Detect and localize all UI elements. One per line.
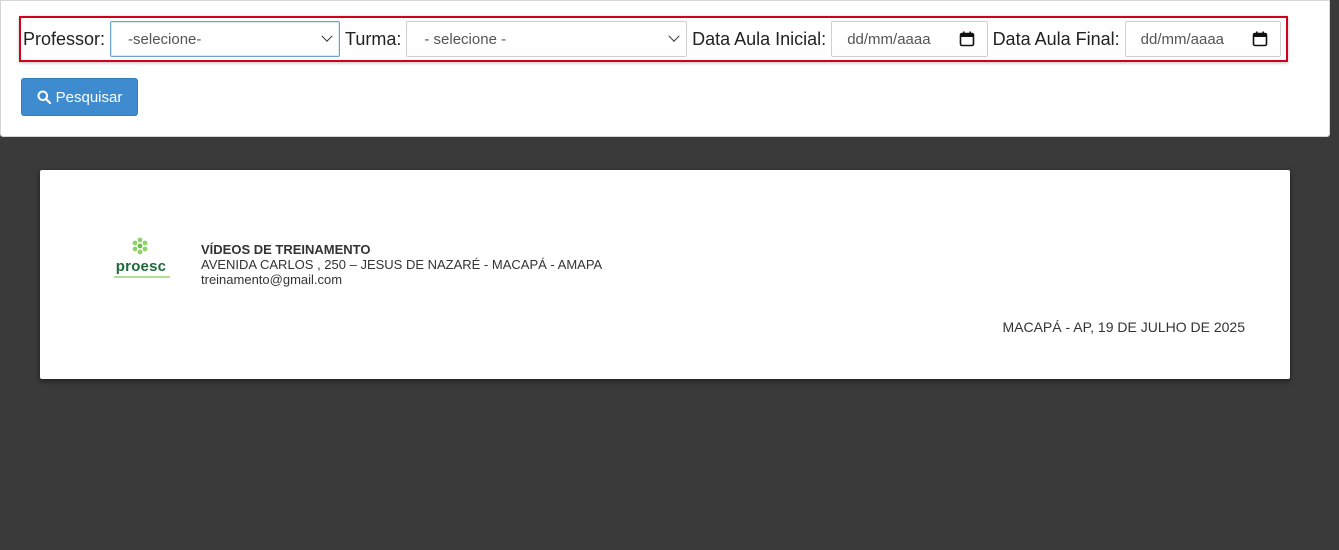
logo-text: proesc bbox=[115, 258, 167, 275]
place-date: MACAPÁ - AP, 19 DE JULHO DE 2025 bbox=[1002, 319, 1245, 335]
calendar-icon[interactable] bbox=[959, 31, 975, 47]
company-info: VÍDEOS DE TREINAMENTO AVENIDA CARLOS , 2… bbox=[201, 242, 602, 287]
company-address: AVENIDA CARLOS , 250 – JESUS DE NAZARÉ -… bbox=[201, 257, 603, 272]
data-final-placeholder: dd/mm/aaaa bbox=[1140, 30, 1225, 48]
calendar-icon[interactable] bbox=[1252, 31, 1268, 47]
search-button[interactable]: Pesquisar bbox=[21, 78, 138, 116]
data-final-label: Data Aula Final: bbox=[992, 28, 1120, 49]
proesc-logo: proesc bbox=[112, 236, 174, 282]
professor-select[interactable]: -selecione- bbox=[110, 21, 341, 57]
logo-tagline bbox=[114, 276, 170, 278]
data-inicial-placeholder: dd/mm/aaaa bbox=[847, 30, 931, 48]
filter-row: Professor: -selecione- Turma: - selecion… bbox=[19, 16, 1288, 62]
search-button-label: Pesquisar bbox=[55, 88, 123, 106]
turma-select-value: - selecione - bbox=[424, 30, 507, 48]
chevron-down-icon bbox=[321, 30, 333, 42]
data-final-input[interactable]: dd/mm/aaaa bbox=[1124, 21, 1282, 57]
professor-select-value: -selecione- bbox=[128, 30, 202, 48]
turma-select[interactable]: - selecione - bbox=[406, 21, 688, 57]
data-inicial-label: Data Aula Inicial: bbox=[692, 28, 827, 49]
search-icon bbox=[37, 90, 51, 104]
company-name: VÍDEOS DE TREINAMENTO bbox=[201, 242, 371, 257]
data-inicial-input[interactable]: dd/mm/aaaa bbox=[831, 21, 988, 57]
company-email: treinamento@gmail.com bbox=[201, 272, 343, 287]
flower-icon bbox=[132, 237, 148, 255]
chevron-down-icon bbox=[668, 30, 680, 42]
turma-label: Turma: bbox=[345, 28, 402, 49]
filter-panel: Professor: -selecione- Turma: - selecion… bbox=[0, 0, 1330, 137]
professor-label: Professor: bbox=[23, 28, 106, 49]
report-card: proesc VÍDEOS DE TREINAMENTO AVENIDA CAR… bbox=[40, 170, 1290, 379]
